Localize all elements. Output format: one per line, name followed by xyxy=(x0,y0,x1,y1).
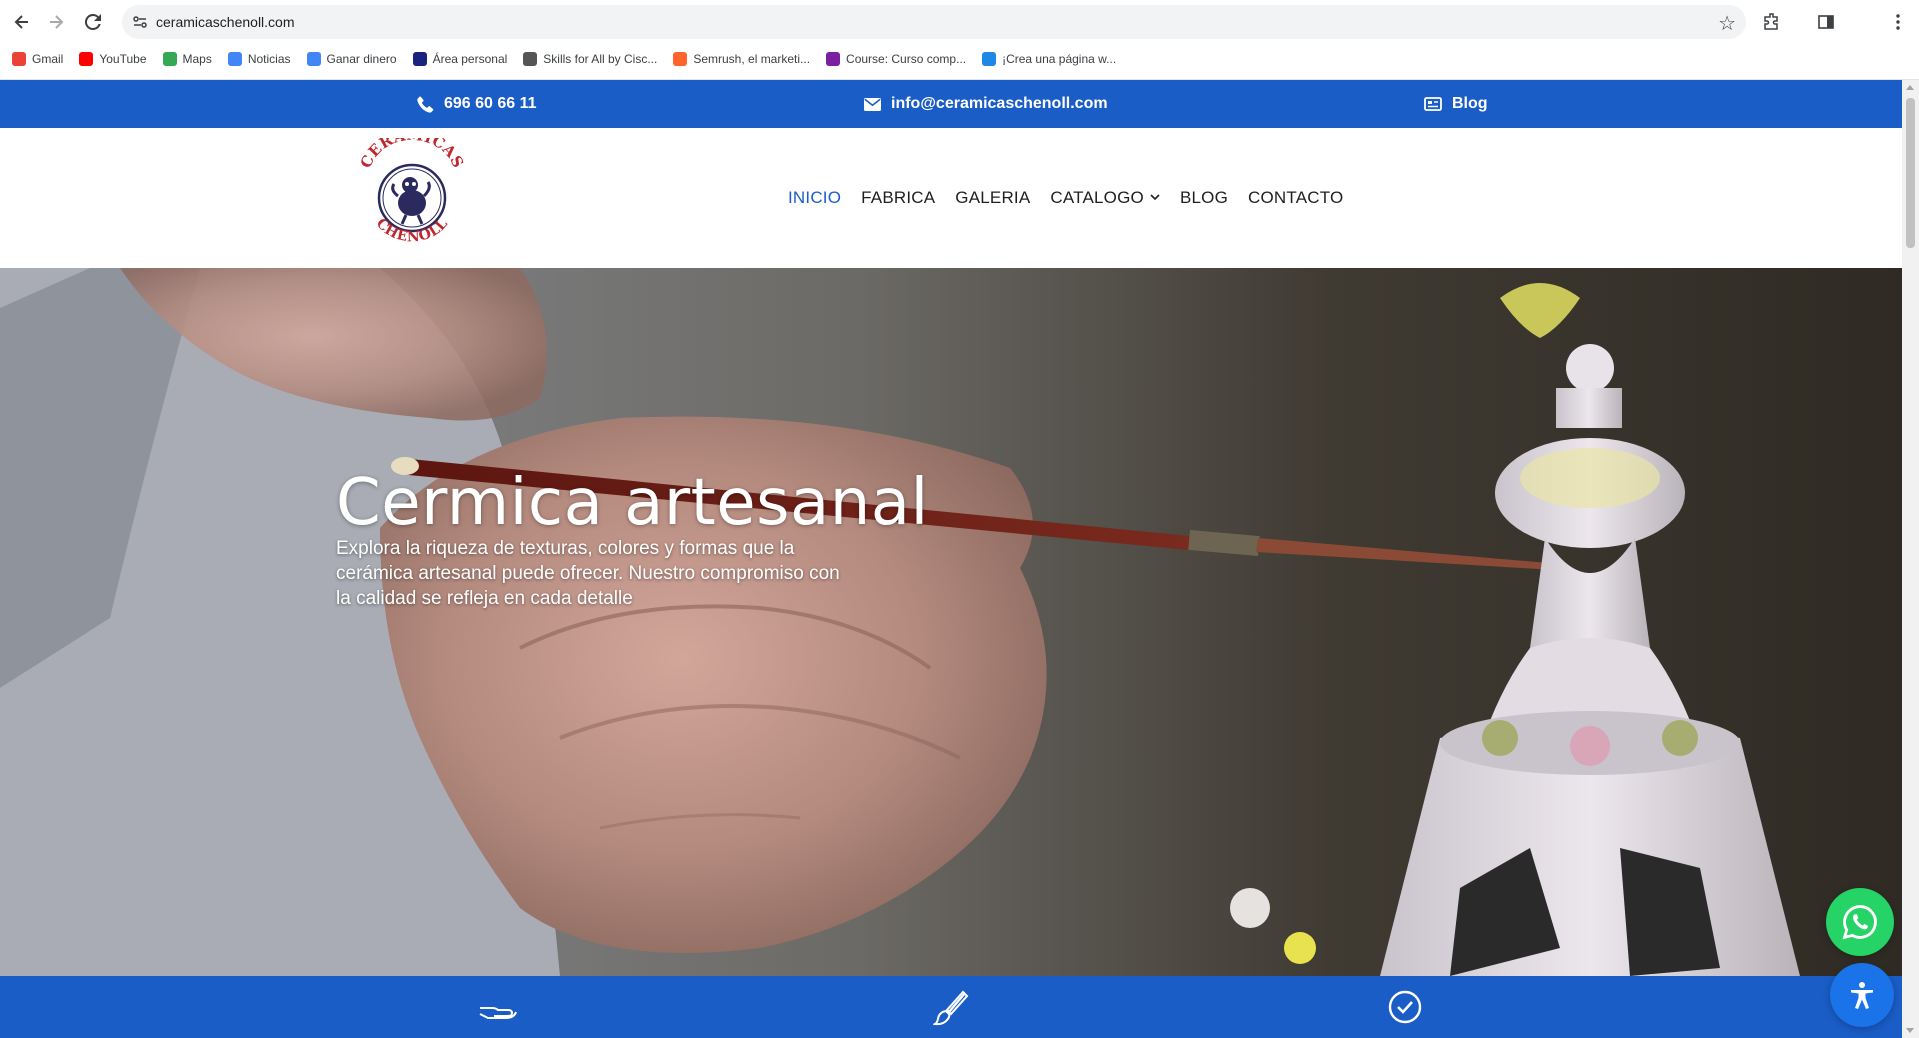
site-settings-icon[interactable] xyxy=(132,14,148,30)
bookmark-label: Ganar dinero xyxy=(326,52,397,66)
bookmark-star-icon[interactable]: ☆ xyxy=(1718,11,1736,36)
scroll-down-arrow[interactable] xyxy=(1906,1028,1914,1033)
news-icon xyxy=(227,52,242,66)
menu-item-label: GALERIA xyxy=(955,188,1031,207)
bookmark-1[interactable]: YouTube xyxy=(79,47,154,71)
blog-link[interactable]: Blog xyxy=(1424,80,1488,128)
page-scrollbar[interactable] xyxy=(1902,80,1919,1038)
main-menu: INICIO FABRICA GALERIA CATALOGO BLOG CONTACTO xyxy=(788,128,1363,268)
browser-chrome: ☆ Gmail YouTube Maps Noticias Ganar dinero Ár… xyxy=(0,0,1919,80)
bookmark-label: Gmail xyxy=(32,52,64,66)
course-icon xyxy=(826,52,841,66)
bookmark-label: ¡Crea una página w... xyxy=(1002,52,1117,66)
chevron-down-icon xyxy=(1150,192,1160,204)
accessibility-button[interactable] xyxy=(1830,963,1894,1027)
cisco-icon xyxy=(523,52,538,66)
bookmark-label: Maps xyxy=(182,52,212,66)
menu-item-label: BLOG xyxy=(1179,188,1228,207)
whatsapp-button[interactable] xyxy=(1826,888,1894,956)
youtube-icon xyxy=(79,52,94,66)
whatsapp-icon xyxy=(1842,905,1877,940)
menu-item-label: CATALOGO xyxy=(1050,188,1144,207)
menu-kebab-icon[interactable] xyxy=(1886,10,1910,34)
menu-item-galeria[interactable]: GALERIA xyxy=(955,188,1030,208)
forward-icon[interactable] xyxy=(44,10,68,34)
bookmark-0[interactable]: Gmail xyxy=(12,47,71,71)
scroll-up-arrow[interactable] xyxy=(1906,85,1914,90)
bookmark-7[interactable]: Semrush, el marketi... xyxy=(673,47,818,71)
puzzle-icon xyxy=(412,52,427,66)
hero-title: Cermica artesanal xyxy=(336,466,929,540)
bookmark-3[interactable]: Noticias xyxy=(227,47,299,71)
url-input[interactable] xyxy=(156,5,1636,39)
menu-item-catalogo[interactable]: CATALOGO xyxy=(1050,188,1160,208)
bookmark-8[interactable]: Course: Curso comp... xyxy=(826,47,974,71)
paintbrush-icon xyxy=(931,990,969,1031)
menu-item-label: INICIO xyxy=(788,188,842,207)
bookmark-label: YouTube xyxy=(99,52,147,66)
bookmark-9[interactable]: ¡Crea una página w... xyxy=(982,47,1124,71)
address-bar[interactable]: ☆ xyxy=(122,5,1746,39)
blog-label: Blog xyxy=(1452,95,1488,112)
site-logo[interactable]: CERÁMICAS CHENOLL xyxy=(357,126,467,256)
bookmark-2[interactable]: Maps xyxy=(162,47,220,71)
envelope-icon xyxy=(864,97,881,111)
sparkle-icon xyxy=(306,52,321,66)
hero-description: Explora la riqueza de texturas, colores … xyxy=(336,538,840,609)
menu-item-contacto[interactable]: CONTACTO xyxy=(1248,188,1343,208)
bookmark-4[interactable]: Ganar dinero xyxy=(306,47,405,71)
semrush-icon xyxy=(673,52,688,66)
bookmark-6[interactable]: Skills for All by Cisc... xyxy=(523,47,665,71)
bookmark-label: Skills for All by Cisc... xyxy=(543,52,658,66)
features-strip xyxy=(0,976,1902,1038)
bookmark-label: Área personal xyxy=(432,52,508,66)
hero-section: Cermica artesanal Explora la riqueza de … xyxy=(0,268,1902,976)
check-circle-icon xyxy=(1388,990,1422,1029)
bookmark-label: Noticias xyxy=(247,52,291,66)
menu-item-label: CONTACTO xyxy=(1248,188,1344,207)
contact-topbar: 696 60 66 11 info@ceramicaschenoll.com B… xyxy=(0,80,1902,128)
hero-background-image xyxy=(0,268,1902,976)
email-link[interactable]: info@ceramicaschenoll.com xyxy=(864,80,1108,128)
bookmark-label: Semrush, el marketi... xyxy=(693,52,811,66)
hand-icon xyxy=(478,998,518,1025)
email-address: info@ceramicaschenoll.com xyxy=(891,95,1108,112)
side-panel-icon[interactable] xyxy=(1814,10,1838,34)
menu-item-label: FABRICA xyxy=(861,188,936,207)
wn-icon xyxy=(982,52,997,66)
bookmarks-bar: Gmail YouTube Maps Noticias Ganar dinero Área… xyxy=(0,47,1919,71)
phone-link[interactable]: 696 60 66 11 xyxy=(417,80,537,128)
reload-icon[interactable] xyxy=(81,10,105,34)
phone-number: 696 60 66 11 xyxy=(444,95,537,112)
maps-icon xyxy=(162,52,177,66)
phone-icon xyxy=(417,96,434,113)
bookmark-label: Course: Curso comp... xyxy=(846,52,967,66)
bookmark-5[interactable]: Área personal xyxy=(412,47,516,71)
scroll-thumb[interactable] xyxy=(1906,98,1915,248)
newspaper-icon xyxy=(1424,97,1442,111)
menu-item-fabrica[interactable]: FABRICA xyxy=(861,188,935,208)
accessibility-icon xyxy=(1851,982,1873,1009)
extensions-icon[interactable] xyxy=(1760,10,1784,34)
site-header: CERÁMICAS CHENOLL INICIO FABRICA GALERIA CA… xyxy=(0,126,1902,268)
menu-item-inicio[interactable]: INICIO xyxy=(788,188,841,208)
menu-item-blog[interactable]: BLOG xyxy=(1180,188,1228,208)
back-icon[interactable] xyxy=(10,10,34,34)
gmail-icon xyxy=(12,52,26,66)
